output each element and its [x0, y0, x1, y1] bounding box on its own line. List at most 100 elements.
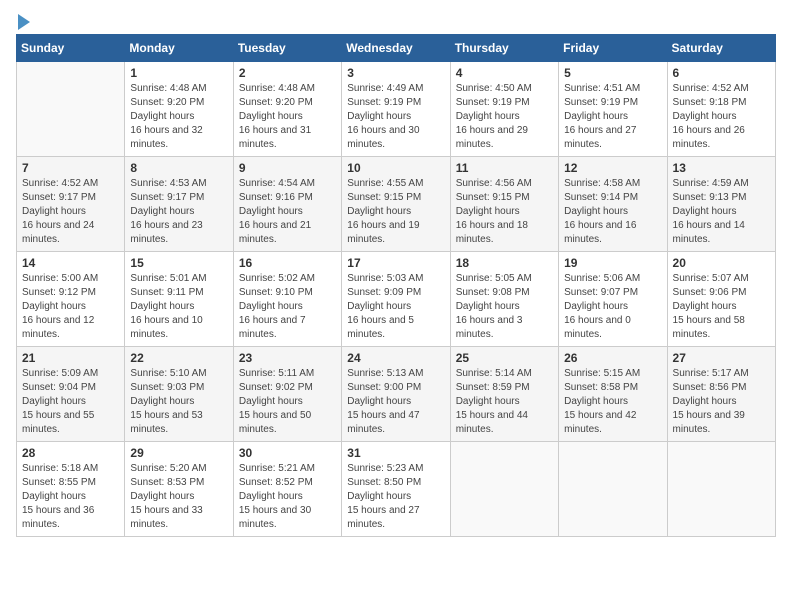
day-info: Sunrise: 5:02 AM Sunset: 9:10 PM Dayligh… [239, 272, 336, 342]
day-number: 25 [456, 351, 553, 365]
day-cell: 1 Sunrise: 4:48 AM Sunset: 9:20 PM Dayli… [125, 62, 233, 157]
logo [16, 16, 30, 26]
day-header-thursday: Thursday [450, 35, 558, 62]
day-number: 15 [130, 256, 227, 270]
day-number: 18 [456, 256, 553, 270]
day-header-sunday: Sunday [17, 35, 125, 62]
day-cell: 8 Sunrise: 4:53 AM Sunset: 9:17 PM Dayli… [125, 157, 233, 252]
day-info: Sunrise: 4:48 AM Sunset: 9:20 PM Dayligh… [239, 82, 336, 152]
day-info: Sunrise: 4:49 AM Sunset: 9:19 PM Dayligh… [347, 82, 444, 152]
day-number: 26 [564, 351, 661, 365]
day-number: 7 [22, 161, 119, 175]
day-cell: 6 Sunrise: 4:52 AM Sunset: 9:18 PM Dayli… [667, 62, 775, 157]
day-cell: 18 Sunrise: 5:05 AM Sunset: 9:08 PM Dayl… [450, 252, 558, 347]
day-cell: 4 Sunrise: 4:50 AM Sunset: 9:19 PM Dayli… [450, 62, 558, 157]
day-cell: 10 Sunrise: 4:55 AM Sunset: 9:15 PM Dayl… [342, 157, 450, 252]
day-cell: 11 Sunrise: 4:56 AM Sunset: 9:15 PM Dayl… [450, 157, 558, 252]
day-info: Sunrise: 4:50 AM Sunset: 9:19 PM Dayligh… [456, 82, 553, 152]
day-info: Sunrise: 5:09 AM Sunset: 9:04 PM Dayligh… [22, 367, 119, 437]
day-number: 12 [564, 161, 661, 175]
day-cell: 27 Sunrise: 5:17 AM Sunset: 8:56 PM Dayl… [667, 347, 775, 442]
day-info: Sunrise: 5:10 AM Sunset: 9:03 PM Dayligh… [130, 367, 227, 437]
day-header-tuesday: Tuesday [233, 35, 341, 62]
day-number: 29 [130, 446, 227, 460]
day-number: 23 [239, 351, 336, 365]
day-header-monday: Monday [125, 35, 233, 62]
calendar-table: SundayMondayTuesdayWednesdayThursdayFrid… [16, 34, 776, 537]
day-info: Sunrise: 4:51 AM Sunset: 9:19 PM Dayligh… [564, 82, 661, 152]
day-info: Sunrise: 5:20 AM Sunset: 8:53 PM Dayligh… [130, 462, 227, 532]
day-cell [17, 62, 125, 157]
day-info: Sunrise: 5:13 AM Sunset: 9:00 PM Dayligh… [347, 367, 444, 437]
day-number: 27 [673, 351, 770, 365]
day-cell: 23 Sunrise: 5:11 AM Sunset: 9:02 PM Dayl… [233, 347, 341, 442]
day-info: Sunrise: 5:11 AM Sunset: 9:02 PM Dayligh… [239, 367, 336, 437]
day-number: 19 [564, 256, 661, 270]
day-number: 9 [239, 161, 336, 175]
day-cell: 14 Sunrise: 5:00 AM Sunset: 9:12 PM Dayl… [17, 252, 125, 347]
day-cell: 25 Sunrise: 5:14 AM Sunset: 8:59 PM Dayl… [450, 347, 558, 442]
day-number: 6 [673, 66, 770, 80]
day-info: Sunrise: 5:03 AM Sunset: 9:09 PM Dayligh… [347, 272, 444, 342]
day-cell [450, 442, 558, 537]
day-info: Sunrise: 4:56 AM Sunset: 9:15 PM Dayligh… [456, 177, 553, 247]
day-cell: 12 Sunrise: 4:58 AM Sunset: 9:14 PM Dayl… [559, 157, 667, 252]
day-number: 24 [347, 351, 444, 365]
day-info: Sunrise: 5:05 AM Sunset: 9:08 PM Dayligh… [456, 272, 553, 342]
page-header [16, 16, 776, 26]
day-info: Sunrise: 5:15 AM Sunset: 8:58 PM Dayligh… [564, 367, 661, 437]
day-cell: 28 Sunrise: 5:18 AM Sunset: 8:55 PM Dayl… [17, 442, 125, 537]
day-cell: 9 Sunrise: 4:54 AM Sunset: 9:16 PM Dayli… [233, 157, 341, 252]
day-info: Sunrise: 5:07 AM Sunset: 9:06 PM Dayligh… [673, 272, 770, 342]
day-number: 8 [130, 161, 227, 175]
day-number: 1 [130, 66, 227, 80]
day-cell: 24 Sunrise: 5:13 AM Sunset: 9:00 PM Dayl… [342, 347, 450, 442]
header-row: SundayMondayTuesdayWednesdayThursdayFrid… [17, 35, 776, 62]
day-number: 4 [456, 66, 553, 80]
day-number: 31 [347, 446, 444, 460]
day-info: Sunrise: 4:58 AM Sunset: 9:14 PM Dayligh… [564, 177, 661, 247]
day-cell: 13 Sunrise: 4:59 AM Sunset: 9:13 PM Dayl… [667, 157, 775, 252]
day-cell: 17 Sunrise: 5:03 AM Sunset: 9:09 PM Dayl… [342, 252, 450, 347]
day-info: Sunrise: 5:01 AM Sunset: 9:11 PM Dayligh… [130, 272, 227, 342]
day-info: Sunrise: 5:06 AM Sunset: 9:07 PM Dayligh… [564, 272, 661, 342]
day-cell: 19 Sunrise: 5:06 AM Sunset: 9:07 PM Dayl… [559, 252, 667, 347]
day-info: Sunrise: 4:52 AM Sunset: 9:17 PM Dayligh… [22, 177, 119, 247]
day-cell: 15 Sunrise: 5:01 AM Sunset: 9:11 PM Dayl… [125, 252, 233, 347]
day-cell: 3 Sunrise: 4:49 AM Sunset: 9:19 PM Dayli… [342, 62, 450, 157]
day-number: 17 [347, 256, 444, 270]
day-number: 14 [22, 256, 119, 270]
day-cell: 2 Sunrise: 4:48 AM Sunset: 9:20 PM Dayli… [233, 62, 341, 157]
day-number: 21 [22, 351, 119, 365]
day-number: 13 [673, 161, 770, 175]
day-cell: 29 Sunrise: 5:20 AM Sunset: 8:53 PM Dayl… [125, 442, 233, 537]
day-info: Sunrise: 5:17 AM Sunset: 8:56 PM Dayligh… [673, 367, 770, 437]
logo-arrow-icon [18, 14, 30, 30]
day-info: Sunrise: 5:00 AM Sunset: 9:12 PM Dayligh… [22, 272, 119, 342]
day-info: Sunrise: 4:52 AM Sunset: 9:18 PM Dayligh… [673, 82, 770, 152]
day-cell: 31 Sunrise: 5:23 AM Sunset: 8:50 PM Dayl… [342, 442, 450, 537]
week-row-3: 14 Sunrise: 5:00 AM Sunset: 9:12 PM Dayl… [17, 252, 776, 347]
day-number: 20 [673, 256, 770, 270]
day-cell: 22 Sunrise: 5:10 AM Sunset: 9:03 PM Dayl… [125, 347, 233, 442]
day-cell [667, 442, 775, 537]
day-number: 10 [347, 161, 444, 175]
day-number: 11 [456, 161, 553, 175]
day-info: Sunrise: 5:14 AM Sunset: 8:59 PM Dayligh… [456, 367, 553, 437]
day-number: 30 [239, 446, 336, 460]
day-info: Sunrise: 5:18 AM Sunset: 8:55 PM Dayligh… [22, 462, 119, 532]
day-cell: 30 Sunrise: 5:21 AM Sunset: 8:52 PM Dayl… [233, 442, 341, 537]
day-cell: 20 Sunrise: 5:07 AM Sunset: 9:06 PM Dayl… [667, 252, 775, 347]
day-header-wednesday: Wednesday [342, 35, 450, 62]
day-info: Sunrise: 4:59 AM Sunset: 9:13 PM Dayligh… [673, 177, 770, 247]
day-info: Sunrise: 4:53 AM Sunset: 9:17 PM Dayligh… [130, 177, 227, 247]
day-number: 28 [22, 446, 119, 460]
week-row-5: 28 Sunrise: 5:18 AM Sunset: 8:55 PM Dayl… [17, 442, 776, 537]
day-info: Sunrise: 4:48 AM Sunset: 9:20 PM Dayligh… [130, 82, 227, 152]
day-info: Sunrise: 4:54 AM Sunset: 9:16 PM Dayligh… [239, 177, 336, 247]
day-number: 5 [564, 66, 661, 80]
day-number: 2 [239, 66, 336, 80]
day-cell: 5 Sunrise: 4:51 AM Sunset: 9:19 PM Dayli… [559, 62, 667, 157]
day-cell: 26 Sunrise: 5:15 AM Sunset: 8:58 PM Dayl… [559, 347, 667, 442]
day-cell: 21 Sunrise: 5:09 AM Sunset: 9:04 PM Dayl… [17, 347, 125, 442]
